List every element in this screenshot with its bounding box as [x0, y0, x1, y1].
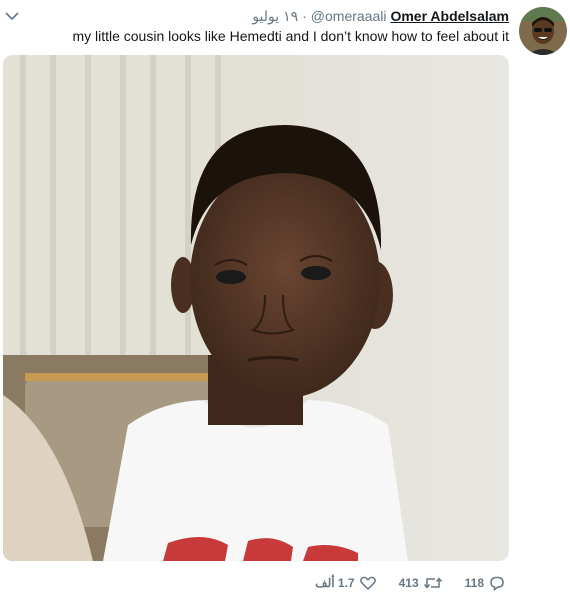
chevron-down-icon[interactable] [4, 8, 20, 24]
separator-dot: · [302, 8, 307, 24]
reply-count: 118 [464, 576, 484, 590]
retweet-button[interactable]: 413 [399, 574, 443, 592]
retweet-count: 413 [398, 576, 419, 590]
retweet-icon [423, 577, 442, 589]
heart-icon [359, 576, 376, 591]
tweet-photo[interactable] [3, 55, 509, 561]
tweet-header: Omer Abdelsalam @omeraaali · ١٩ يوليو [252, 8, 509, 25]
tweet-card: Omer Abdelsalam @omeraaali · ١٩ يوليو my… [0, 0, 570, 598]
author-name[interactable]: Omer Abdelsalam [390, 8, 509, 24]
reply-icon [490, 576, 504, 591]
tweet-text: my little cousin looks like Hemedti and … [72, 28, 509, 44]
tweet-actions: 118 413 1.7 ألف [315, 574, 506, 592]
avatar[interactable] [519, 7, 567, 55]
like-count: 1.7 ألف [315, 576, 355, 590]
tweet-date[interactable]: ١٩ يوليو [252, 8, 298, 25]
like-button[interactable]: 1.7 ألف [315, 574, 376, 592]
reply-button[interactable]: 118 [465, 574, 506, 592]
author-handle[interactable]: @omeraaali [311, 8, 387, 24]
